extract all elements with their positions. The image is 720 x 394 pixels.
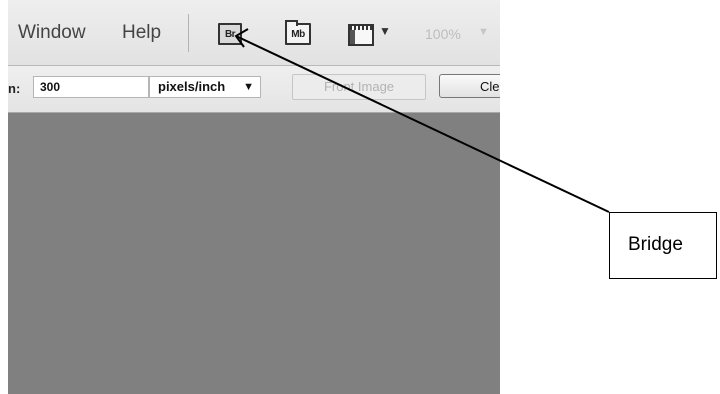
menu-help[interactable]: Help — [122, 21, 161, 45]
menu-separator — [188, 14, 189, 52]
chevron-down-icon: ▼ — [243, 81, 254, 93]
resolution-input[interactable]: 300 — [33, 76, 149, 98]
menu-window[interactable]: Window — [18, 21, 86, 45]
screen-mode-dropdown-icon[interactable]: ▼ — [379, 24, 391, 38]
front-image-button[interactable]: Front Image — [292, 74, 426, 100]
menu-bar: Window Help Br Mb ▼ 100% ▼ — [8, 0, 500, 66]
resolution-unit-select[interactable]: pixels/inch ▼ — [149, 76, 261, 98]
resolution-unit-value: pixels/inch — [158, 79, 226, 94]
callout-box: Bridge — [609, 212, 717, 279]
canvas-area — [8, 113, 500, 394]
zoom-dropdown-icon[interactable]: ▼ — [478, 26, 489, 38]
screen-mode-icon[interactable] — [348, 24, 374, 46]
bridge-button[interactable]: Br — [218, 23, 242, 45]
options-bar: n: 300 pixels/inch ▼ Front Image Cle — [8, 66, 500, 113]
resolution-label: n: — [8, 81, 21, 96]
callout-label: Bridge — [628, 234, 683, 255]
clear-button[interactable]: Cle — [439, 74, 500, 98]
zoom-level[interactable]: 100% — [425, 26, 461, 42]
bridge-icon: Br — [224, 28, 236, 40]
mini-bridge-icon: Mb — [291, 28, 305, 40]
mini-bridge-button[interactable]: Mb — [285, 20, 311, 45]
photoshop-window-crop: Window Help Br Mb ▼ 100% ▼ n: 300 pixels… — [8, 0, 500, 394]
